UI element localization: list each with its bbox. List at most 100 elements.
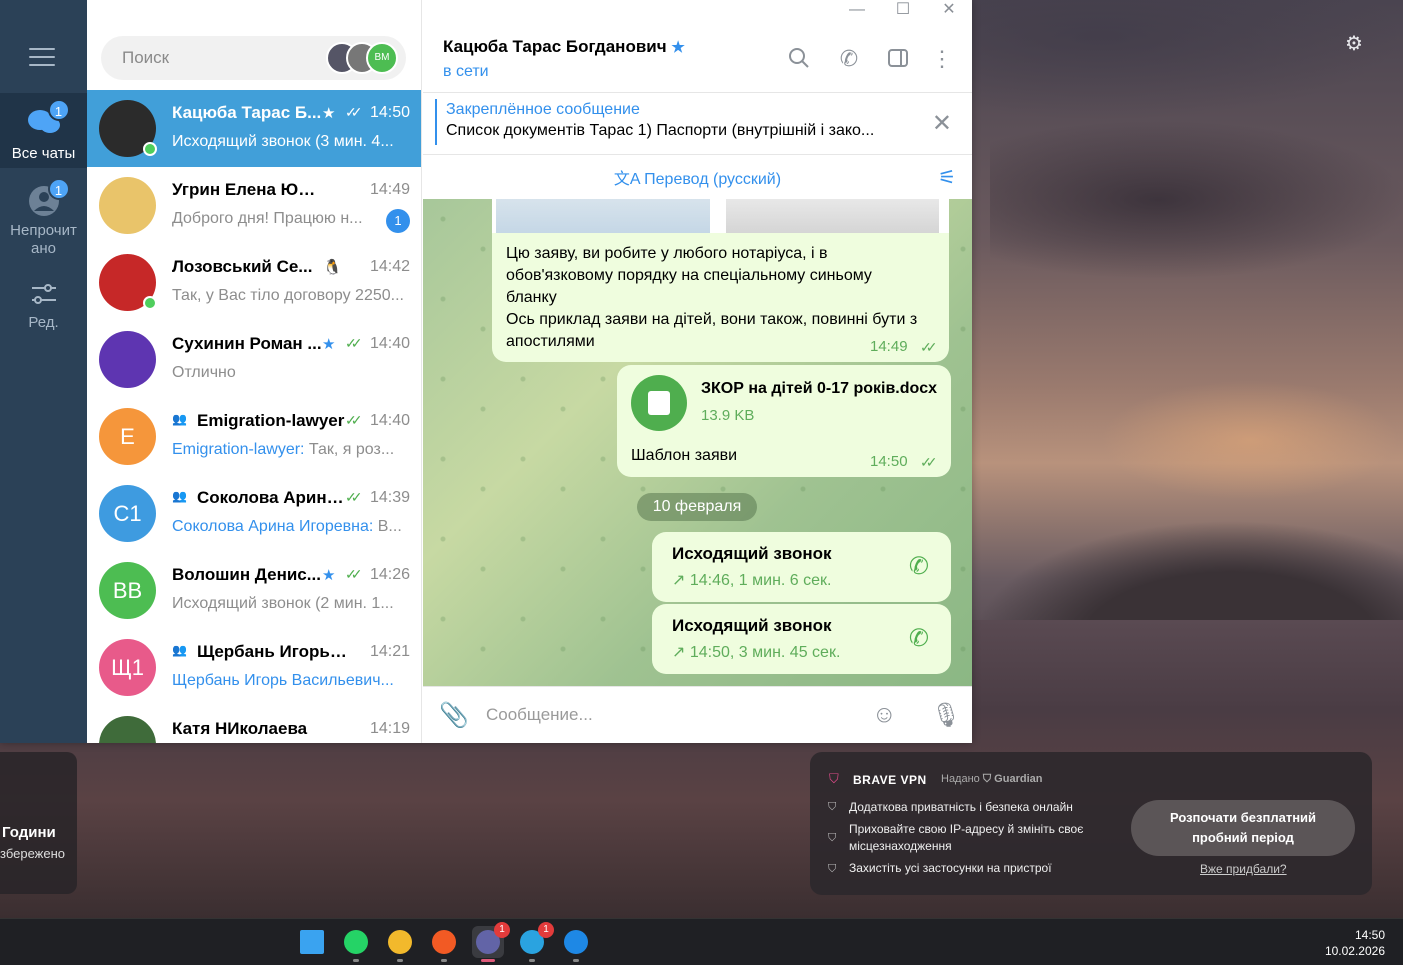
peer-name: Кацюба Тарас Богданович ★ bbox=[443, 37, 685, 57]
pinned-message[interactable]: Закреплённое сообщение Список документів… bbox=[423, 93, 972, 155]
brave-glyph bbox=[432, 930, 456, 954]
windows-start-glyph bbox=[300, 930, 324, 954]
search-input[interactable]: Поиск ВМ bbox=[101, 36, 406, 80]
attach-icon[interactable]: 📎 bbox=[439, 701, 469, 730]
search-icon[interactable] bbox=[786, 46, 812, 72]
call-detail-text: 14:46, 1 мин. 6 сек. bbox=[689, 572, 832, 589]
browser-globe-icon[interactable] bbox=[560, 926, 592, 958]
chat-list-item[interactable]: Кацюба Тарас Б... ★ ✓✓ 14:50 Исходящий звоно… bbox=[87, 90, 421, 167]
hamburger-menu-icon[interactable] bbox=[29, 48, 55, 68]
start-trial-button[interactable]: Розпочати безплатний пробний період bbox=[1131, 800, 1355, 856]
phone-icon[interactable]: ✆ bbox=[909, 624, 929, 653]
read-ticks-icon: ✓✓ bbox=[345, 104, 363, 120]
chat-list-item[interactable]: ВВ Волошин Денис... ★ ✓✓ 14:26 Исходящий звон… bbox=[87, 552, 421, 629]
maximize-button[interactable]: ☐ bbox=[880, 0, 926, 22]
chat-preview: Щербань Игорь Васильевич... bbox=[172, 672, 410, 690]
gear-icon[interactable]: ⚙ bbox=[1343, 33, 1365, 55]
chat-name: Угрин Елена Юрьевна bbox=[172, 180, 322, 199]
call-title: Исходящий звонок bbox=[672, 616, 832, 635]
chat-list-item[interactable]: Катя НИколаева 14:19 bbox=[87, 706, 421, 743]
avatar: E bbox=[99, 408, 156, 465]
whatsapp-icon[interactable] bbox=[340, 926, 372, 958]
more-vertical-icon[interactable]: ⋮ bbox=[929, 46, 955, 72]
chat-list: Поиск ВМ Кацюба Тарас Б... ★ ✓✓ 14:50 Исходя… bbox=[87, 0, 422, 743]
read-ticks-icon: ✓✓ bbox=[345, 412, 363, 428]
notification-badge: 1 bbox=[538, 922, 554, 938]
translate-bar[interactable]: 文A Перевод (русский) ⚟ bbox=[423, 155, 972, 199]
system-clock[interactable]: 14:50 10.02.2026 bbox=[1325, 927, 1385, 959]
call-title: Исходящий звонок bbox=[672, 544, 832, 563]
chat-name: Щербань Игорь Ва... bbox=[197, 642, 347, 661]
file-explorer-icon[interactable] bbox=[384, 926, 416, 958]
close-button[interactable]: ✕ bbox=[926, 0, 972, 22]
message-input[interactable]: Сообщение... bbox=[486, 705, 593, 725]
chat-header[interactable]: Кацюба Тарас Богданович ★ в сети ✆ ⋮ bbox=[423, 22, 972, 93]
widget-title: Години bbox=[2, 824, 56, 841]
file-explorer-glyph bbox=[388, 930, 412, 954]
pinned-text: Список документів Тарас 1) Паспорти (вну… bbox=[446, 122, 875, 139]
clock-time: 14:50 bbox=[1354, 928, 1385, 942]
chat-list-item[interactable]: Угрин Елена Юрьевна 14:49 Доброго дня! Пра… bbox=[87, 167, 421, 244]
teams-icon[interactable]: 1 bbox=[472, 922, 510, 958]
read-ticks-icon: ✓✓ bbox=[920, 339, 938, 355]
file-size: 13.9 KB bbox=[701, 407, 755, 424]
minimize-button[interactable]: — bbox=[834, 0, 880, 22]
already-purchased-link[interactable]: Вже придбали? bbox=[1200, 862, 1287, 876]
unread-badge: 1 bbox=[47, 99, 70, 121]
chat-time: 14:40 bbox=[369, 335, 410, 352]
avatar: С1 bbox=[99, 485, 156, 542]
call-detail-text: 14:50, 3 мин. 45 сек. bbox=[689, 644, 841, 661]
shield-icon: ⛉ bbox=[828, 832, 837, 844]
call-message[interactable]: Исходящий звонок ↗ 14:46, 1 мин. 6 сек. … bbox=[652, 532, 951, 602]
photo-thumbnail[interactable] bbox=[726, 199, 939, 233]
story-avatars[interactable]: ВМ bbox=[326, 42, 400, 74]
folder-unread[interactable]: 1 Непрочит ано bbox=[0, 176, 87, 261]
emoji-icon[interactable]: ☺ bbox=[872, 701, 897, 729]
preview-author: Emigration-lawyer: bbox=[172, 441, 305, 458]
translate-options-icon[interactable]: ⚟ bbox=[938, 165, 956, 190]
running-indicator bbox=[529, 959, 535, 962]
running-indicator bbox=[353, 959, 359, 962]
sidebar-toggle-icon[interactable] bbox=[885, 46, 911, 72]
windows-start-icon[interactable] bbox=[296, 926, 328, 958]
star-icon: ★ bbox=[322, 105, 336, 122]
sliders-icon bbox=[26, 280, 62, 314]
chat-list-item[interactable]: С1 Соколова Арина И... 👥 ✓✓ 14:39 Соколова Ар… bbox=[87, 475, 421, 552]
brave-icon[interactable] bbox=[428, 926, 460, 958]
chat-time: 14:50 bbox=[369, 104, 410, 121]
wallpaper-sunset-glow bbox=[1100, 380, 1400, 500]
phone-icon[interactable]: ✆ bbox=[909, 552, 929, 581]
shield-icon: ⛉ bbox=[828, 801, 837, 813]
chat-list-item[interactable]: Сухинин Роман ... ★ ✓✓ 14:40 Отлично bbox=[87, 321, 421, 398]
telegram-icon[interactable]: 1 bbox=[516, 922, 554, 958]
call-message[interactable]: Исходящий звонок ↗ 14:50, 3 мин. 45 сек.… bbox=[652, 604, 951, 674]
read-ticks-icon: ✓✓ bbox=[345, 335, 363, 351]
close-icon[interactable]: ✕ bbox=[932, 109, 952, 138]
message-bubble[interactable]: Цю заяву, ви робите у любого нотаріуса, … bbox=[492, 233, 949, 362]
chat-name: Волошин Денис... bbox=[172, 565, 321, 584]
microphone-icon[interactable]: 🎙 bbox=[931, 701, 961, 730]
document-icon[interactable] bbox=[631, 375, 687, 431]
search-placeholder: Поиск bbox=[122, 48, 170, 67]
avatar bbox=[99, 716, 156, 743]
chat-name: Сухинин Роман ... bbox=[172, 334, 322, 353]
folder-all-chats[interactable]: 1 Все чаты bbox=[0, 93, 87, 168]
chat-time: 14:19 bbox=[369, 720, 410, 737]
star-icon: ★ bbox=[322, 567, 336, 584]
vpn-feature: Захистіть усі застосунки на пристрої bbox=[849, 861, 1052, 875]
call-detail: ↗ 14:46, 1 мин. 6 сек. bbox=[672, 570, 831, 590]
phone-icon[interactable]: ✆ bbox=[836, 46, 862, 72]
wallpaper-cloud bbox=[972, 0, 1403, 120]
chat-list-item[interactable]: E Emigration-lawyer 👥 ✓✓ 14:40 Emigration-law… bbox=[87, 398, 421, 475]
chat-list-item[interactable]: Лозовський Се... 🐧 14:42 Так, у Вас тіло до… bbox=[87, 244, 421, 321]
chat-time: 14:39 bbox=[369, 489, 410, 506]
chat-time: 14:49 bbox=[369, 181, 410, 198]
photo-thumbnail[interactable] bbox=[496, 199, 710, 233]
star-icon: ★ bbox=[322, 336, 336, 353]
folder-edit[interactable]: Ред. bbox=[0, 280, 87, 340]
document-message[interactable]: ЗКОР на дітей 0-17 років.docx 13.9 KB Ша… bbox=[617, 365, 951, 477]
whatsapp-glyph bbox=[344, 930, 368, 954]
chat-list-item[interactable]: Щ1 Щербань Игорь Ва... 👥 14:21 Щербань Игорь… bbox=[87, 629, 421, 706]
running-indicator bbox=[441, 959, 447, 962]
desktop-widget[interactable]: Години збережено bbox=[0, 752, 77, 894]
